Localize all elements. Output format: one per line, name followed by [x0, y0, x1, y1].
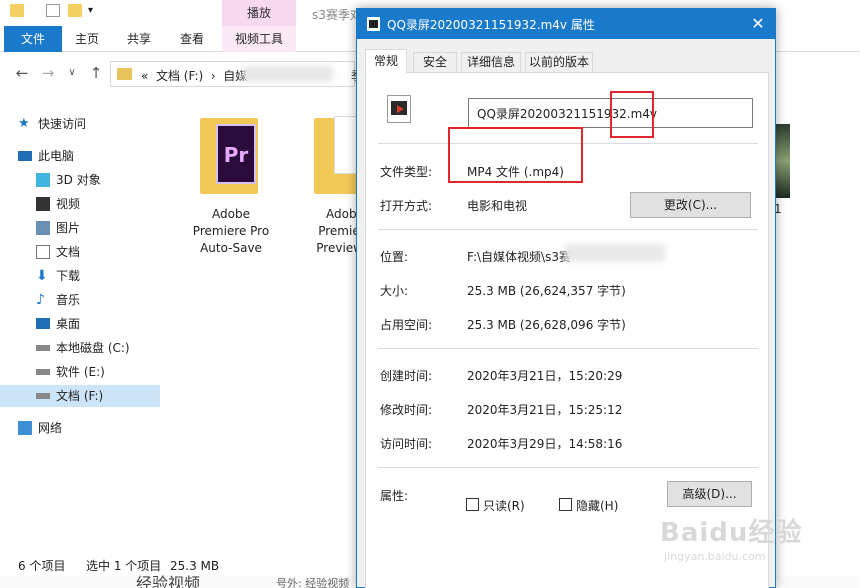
blurred-region	[243, 66, 333, 82]
nav-documents[interactable]: 文档	[26, 241, 160, 263]
disk-size-value: 25.3 MB (26,628,096 字节)	[467, 318, 626, 332]
address-segment-f[interactable]: 文档 (F:)	[156, 69, 203, 83]
nav-quick-access[interactable]: ★ 快速访问	[8, 113, 142, 135]
recent-dropdown-icon[interactable]: ∨	[62, 63, 82, 83]
nav-network[interactable]: 网络	[8, 417, 142, 439]
properties-check-icon[interactable]	[46, 4, 60, 17]
attributes-label: 属性:	[380, 489, 409, 503]
network-icon	[18, 421, 32, 435]
drive-icon	[36, 345, 50, 351]
modified-label: 修改时间:	[380, 403, 433, 417]
nav-drive-c[interactable]: 本地磁盘 (C:)	[26, 337, 160, 359]
back-arrow-icon[interactable]: ←	[12, 63, 32, 83]
size-value: 25.3 MB (26,624,357 字节)	[467, 284, 626, 298]
drive-icon	[36, 393, 50, 399]
forward-arrow-icon[interactable]: →	[38, 63, 58, 83]
tab-general[interactable]: 常规	[365, 49, 407, 74]
size-label: 大小:	[380, 284, 409, 298]
open-with-value: 电影和电视	[467, 199, 528, 213]
tab-previous-versions[interactable]: 以前的版本	[525, 52, 593, 73]
checkbox-box[interactable]	[559, 498, 572, 511]
video-file-icon	[367, 17, 380, 31]
checkbox-box[interactable]	[466, 498, 479, 511]
bottom-caption-note: 号外: 经验视频	[276, 577, 350, 588]
tab-video-tools[interactable]: 视频工具	[222, 26, 296, 52]
tab-home[interactable]: 主页	[62, 26, 112, 52]
nav-desktop[interactable]: 桌面	[26, 313, 160, 335]
nav-music[interactable]: ♪ 音乐	[26, 289, 160, 311]
cube-icon	[36, 173, 50, 187]
desktop-icon	[36, 318, 50, 329]
file-type-value: MP4 文件 (.mp4)	[467, 165, 564, 179]
nav-drive-f[interactable]: 文档 (F:)	[0, 385, 160, 407]
address-separator: ›	[210, 69, 216, 83]
address-root: «	[141, 69, 149, 83]
folder-premiere-autosave[interactable]: Pr Adobe Premiere Pro Auto-Save	[176, 112, 286, 257]
dropdown-arrow-icon[interactable]: ▾	[88, 4, 102, 17]
tab-details[interactable]: 详细信息	[461, 52, 521, 73]
address-bar[interactable]: « 文档 (F:) › 自媒 季对	[110, 61, 375, 87]
hidden-label: 隐藏(H)	[576, 499, 619, 513]
nav-videos[interactable]: 视频	[26, 193, 160, 215]
tab-file[interactable]: 文件	[4, 26, 62, 52]
dialog-title-bar[interactable]: QQ录屏20200321151932.m4v 属性 ✕	[357, 9, 775, 39]
readonly-label: 只读(R)	[483, 499, 525, 513]
nav-this-pc[interactable]: 此电脑	[8, 145, 142, 167]
file-type-label: 文件类型:	[380, 165, 433, 179]
picture-icon	[36, 221, 50, 235]
general-panel: 文件类型: MP4 文件 (.mp4) 打开方式: 电影和电视 更改(C)...…	[365, 72, 769, 588]
divider	[378, 143, 758, 144]
advanced-button[interactable]: 高级(D)...	[667, 481, 752, 507]
change-button[interactable]: 更改(C)...	[630, 192, 751, 218]
tab-share[interactable]: 共享	[114, 26, 164, 52]
music-note-icon: ♪	[36, 292, 45, 308]
up-arrow-icon[interactable]: ↑	[86, 63, 106, 83]
file-name-line: Adobe	[212, 207, 250, 221]
film-icon	[36, 197, 50, 211]
computer-icon	[18, 151, 32, 161]
video-file-icon	[387, 95, 411, 123]
context-tab-play: 播放	[222, 0, 296, 26]
created-label: 创建时间:	[380, 369, 433, 383]
divider	[378, 467, 758, 468]
document-icon	[36, 245, 50, 259]
watermark-url: jingyan.baidu.com	[664, 550, 766, 563]
close-icon[interactable]: ✕	[747, 13, 769, 35]
drive-icon	[36, 369, 50, 375]
navigation-pane: ★ 快速访问 此电脑 3D 对象 视频 图片 文档 ⬇ 下载 ♪ 音乐 桌面 本…	[0, 108, 160, 548]
location-value: F:\自媒体视频\s3赛	[467, 250, 571, 264]
dialog-title: QQ录屏20200321151932.m4v 属性	[387, 18, 595, 32]
file-name-input[interactable]	[468, 98, 753, 128]
folder-icon[interactable]	[10, 4, 24, 17]
divider	[378, 229, 758, 230]
tab-security[interactable]: 安全	[413, 52, 457, 73]
nav-3d-objects[interactable]: 3D 对象	[26, 169, 160, 191]
nav-downloads[interactable]: ⬇ 下载	[26, 265, 160, 287]
premiere-pro-icon: Pr	[216, 124, 256, 184]
nav-drive-e[interactable]: 软件 (E:)	[26, 361, 160, 383]
divider	[378, 348, 758, 349]
new-folder-icon[interactable]	[68, 4, 82, 17]
location-label: 位置:	[380, 250, 409, 264]
folder-icon	[117, 68, 132, 80]
watermark: Baidu经验 jingyan.baidu.com	[660, 512, 850, 572]
modified-value: 2020年3月21日，15:25:12	[467, 403, 623, 417]
accessed-value: 2020年3月29日，14:58:16	[467, 437, 623, 451]
disk-size-label: 占用空间:	[380, 318, 433, 332]
status-item-count: 6 个项目	[18, 559, 66, 573]
open-with-label: 打开方式:	[380, 199, 433, 213]
star-icon: ★	[18, 116, 30, 131]
accessed-label: 访问时间:	[380, 437, 433, 451]
file-name-line: Auto-Save	[200, 241, 262, 255]
nav-pictures[interactable]: 图片	[26, 217, 160, 239]
created-value: 2020年3月21日，15:20:29	[467, 369, 623, 383]
properties-dialog: QQ录屏20200321151932.m4v 属性 ✕ 常规 安全 详细信息 以…	[356, 8, 776, 588]
file-name-line: Premiere Pro	[192, 224, 270, 238]
watermark-logo-text: Baidu经验	[660, 518, 803, 548]
blurred-region	[565, 244, 665, 262]
download-arrow-icon: ⬇	[36, 268, 48, 284]
tab-view[interactable]: 查看	[166, 26, 218, 52]
bottom-caption: 经验视频	[136, 574, 201, 588]
